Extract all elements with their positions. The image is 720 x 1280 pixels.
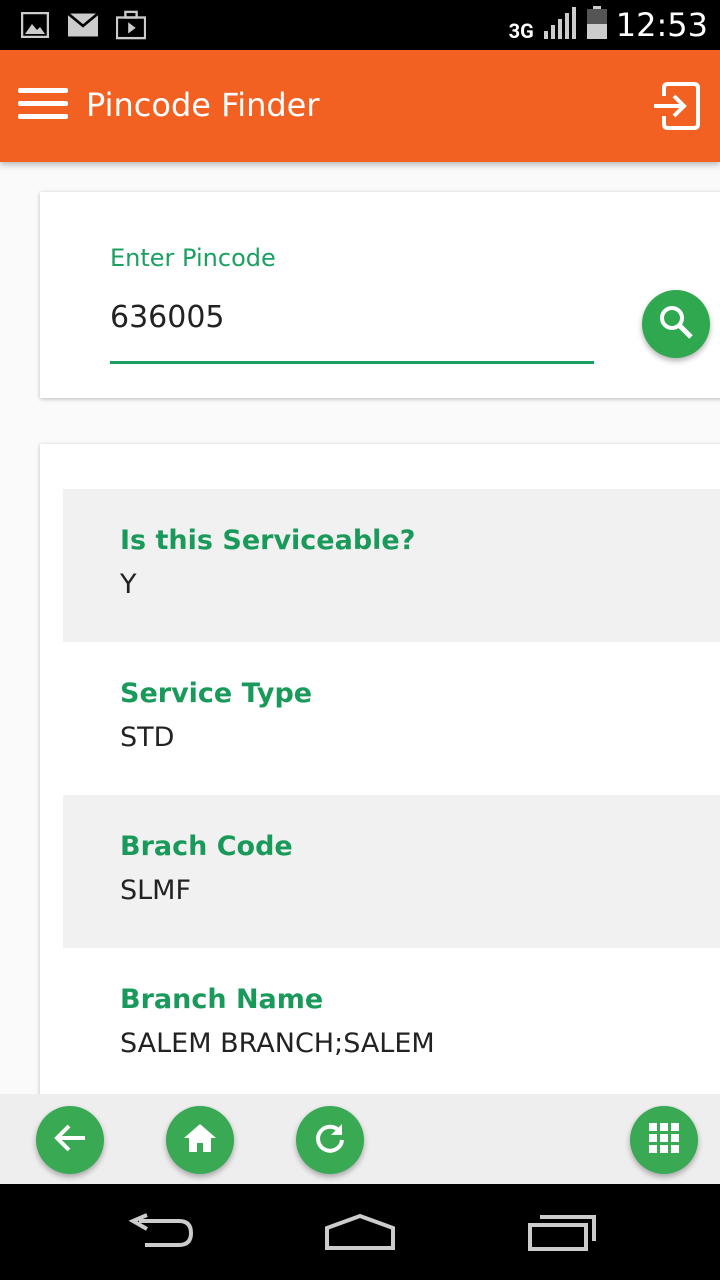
mail-icon	[68, 10, 98, 40]
status-bar: 3G 12:53	[0, 0, 720, 50]
refresh-button[interactable]	[296, 1106, 364, 1174]
result-label: Brach Code	[120, 831, 293, 862]
clock: 12:53	[615, 6, 708, 44]
refresh-icon	[312, 1120, 348, 1160]
result-label: Branch Name	[120, 984, 324, 1015]
results-card: Is this Serviceable? Y Service Type STD …	[40, 444, 720, 1104]
result-row-branch-name: Branch Name SALEM BRANCH;SALEM	[63, 948, 720, 1101]
back-button[interactable]	[36, 1106, 104, 1174]
result-value: SALEM BRANCH;SALEM	[120, 1028, 435, 1059]
result-value: STD	[120, 722, 175, 753]
result-row-serviceable: Is this Serviceable? Y	[63, 489, 720, 642]
search-card: Enter Pincode	[40, 192, 720, 398]
home-icon	[182, 1122, 218, 1158]
logout-icon[interactable]	[650, 80, 702, 132]
pincode-input[interactable]	[110, 290, 594, 364]
grid-menu-icon	[648, 1122, 680, 1158]
result-label: Service Type	[120, 678, 313, 709]
recents-icon[interactable]	[522, 1210, 602, 1254]
battery-icon	[586, 6, 608, 44]
result-row-service-type: Service Type STD	[63, 642, 720, 795]
result-value: SLMF	[120, 875, 192, 906]
grid-menu-button[interactable]	[630, 1106, 698, 1174]
search-button[interactable]	[642, 290, 710, 358]
bottom-action-bar	[0, 1094, 720, 1184]
menu-icon[interactable]	[18, 88, 68, 124]
result-label: Is this Serviceable?	[120, 525, 416, 556]
result-row-branch-code: Brach Code SLMF	[63, 795, 720, 948]
system-nav-bar	[0, 1184, 720, 1280]
image-icon	[20, 10, 50, 40]
result-value: Y	[120, 569, 137, 600]
back-arrow-icon	[53, 1123, 87, 1157]
pincode-label: Enter Pincode	[110, 244, 276, 272]
briefcase-icon	[116, 10, 146, 40]
page-title: Pincode Finder	[86, 86, 320, 124]
home-outline-icon[interactable]	[320, 1210, 400, 1254]
search-icon	[658, 304, 694, 344]
app-bar: Pincode Finder	[0, 50, 720, 162]
back-icon[interactable]	[120, 1210, 200, 1254]
signal-icon	[542, 7, 578, 43]
network-type: 3G	[508, 19, 534, 43]
home-button[interactable]	[166, 1106, 234, 1174]
